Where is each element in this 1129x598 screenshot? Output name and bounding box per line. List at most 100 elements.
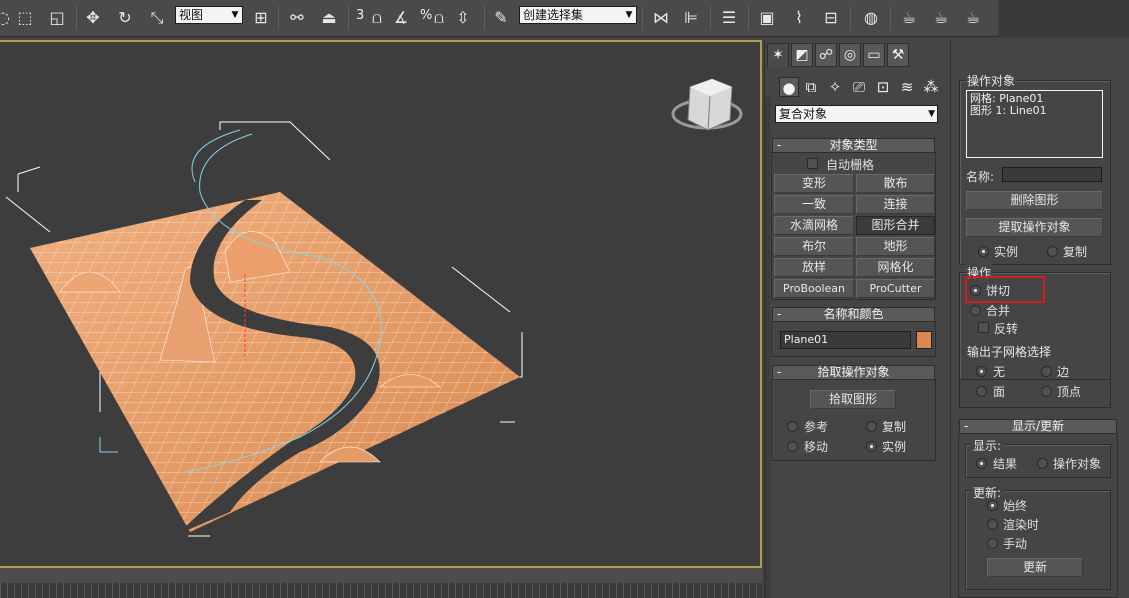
extract-copy-radio[interactable] [1047, 246, 1058, 257]
view-cube[interactable] [671, 78, 743, 131]
utilities-tab-icon[interactable]: ⚒ [887, 43, 909, 67]
operands-listbox[interactable]: 网格: Plane01 图形 1: Line01 [966, 90, 1103, 158]
pick-move-radio[interactable] [787, 441, 798, 452]
operands-group-title: 操作对象 [965, 72, 1018, 89]
submesh-face-radio[interactable] [976, 386, 987, 397]
toolbar-separator [850, 6, 851, 30]
autogrid-checkbox[interactable] [807, 158, 818, 169]
operand-name-field[interactable] [1002, 167, 1102, 182]
move-icon[interactable]: ✥ [80, 5, 106, 31]
geometry-category-icon[interactable]: ● [779, 77, 799, 97]
angle-snap-icon[interactable]: ∡ [388, 5, 414, 31]
scatter-button[interactable]: 散布 [856, 174, 935, 193]
toolbar-separator [642, 6, 643, 30]
procutter-button[interactable]: ProCutter [856, 279, 935, 298]
update-manually-radio[interactable] [987, 538, 998, 549]
systems-category-icon[interactable]: ⁂ [921, 77, 941, 97]
align-icon[interactable]: ⊫ [678, 5, 704, 31]
conform-button[interactable]: 一致 [774, 195, 854, 214]
rotate-icon[interactable]: ↻ [112, 5, 138, 31]
display-update-rollout-header[interactable]: - 显示/更新 [959, 419, 1117, 434]
create-tab-icon[interactable]: ✶ [767, 43, 789, 67]
keyboard-shortcut-icon[interactable]: ⏏ [316, 5, 342, 31]
merge-radio[interactable] [970, 305, 981, 316]
schematic-view-icon[interactable]: ⊟ [818, 5, 844, 31]
spinner-snap-icon[interactable]: ⇳ [450, 5, 476, 31]
space-warps-category-icon[interactable]: ≋ [897, 77, 917, 97]
extract-instance-radio[interactable] [978, 246, 989, 257]
name-color-rollout-header[interactable]: - 名称和颜色 [772, 307, 935, 322]
shapemerge-button[interactable]: 图形合并 [856, 216, 935, 235]
snap-magnet-icon[interactable]: ⩍ [364, 5, 390, 31]
update-always-radio[interactable] [987, 500, 998, 511]
region-select-icon[interactable]: ⬚ [12, 5, 38, 31]
collapse-icon: - [777, 307, 782, 321]
toolbar-separator [748, 6, 749, 30]
material-editor-icon[interactable]: ◍ [858, 5, 884, 31]
modify-tab-icon[interactable]: ◩ [791, 43, 813, 67]
update-rendering-radio[interactable] [987, 519, 998, 530]
submesh-edge-radio[interactable] [1041, 366, 1052, 377]
delete-shape-button[interactable]: 删除图形 [966, 191, 1103, 210]
pick-operand-rollout-header[interactable]: - 拾取操作对象 [772, 365, 935, 380]
layer-manager-icon[interactable]: ☰ [716, 5, 742, 31]
mesher-button[interactable]: 网格化 [856, 258, 935, 277]
select-link-icon[interactable]: ⚯ [284, 5, 310, 31]
extract-operand-button[interactable]: 提取操作对象 [966, 218, 1103, 237]
morph-button[interactable]: 变形 [774, 174, 854, 193]
object-type-title: 对象类型 [829, 138, 878, 152]
helpers-category-icon[interactable]: ⊡ [873, 77, 893, 97]
pick-shape-button[interactable]: 拾取图形 [810, 390, 896, 409]
named-selection-combo[interactable]: 创建选择集 ▼ [519, 6, 637, 24]
operand-item[interactable]: 图形 1: Line01 [970, 105, 1099, 117]
motion-tab-icon[interactable]: ◎ [839, 43, 861, 67]
boolean-button[interactable]: 布尔 [774, 237, 854, 256]
graphite-tools-icon[interactable]: ▣ [754, 5, 780, 31]
named-selection-value: 创建选择集 [523, 8, 584, 22]
window-crossing-icon[interactable]: ◱ [44, 5, 70, 31]
pick-reference-radio[interactable] [787, 421, 798, 432]
update-button[interactable]: 更新 [987, 558, 1083, 577]
output-submesh-title: 输出子网格选择 [965, 343, 1054, 360]
hierarchy-tab-icon[interactable]: ☍ [815, 43, 837, 67]
submesh-none-radio[interactable] [976, 366, 987, 377]
update-manually-label: 手动 [1003, 537, 1028, 551]
pick-copy-radio[interactable] [866, 421, 877, 432]
toolbar-separator [76, 6, 77, 30]
perspective-viewport[interactable] [0, 40, 762, 568]
track-bar[interactable] [0, 583, 762, 598]
display-result-radio[interactable] [976, 458, 987, 469]
toolbar-empty-area [998, 0, 1129, 37]
lights-category-icon[interactable]: ✧ [825, 77, 845, 97]
percent-snap-icon[interactable]: ⩍ [426, 5, 452, 31]
display-operands-radio[interactable] [1037, 458, 1048, 469]
object-type-rollout-header[interactable]: - 对象类型 [772, 138, 935, 153]
pivot-center-icon[interactable]: ⊞ [248, 5, 274, 31]
object-category-dropdown[interactable]: 复合对象 ▼ [775, 105, 938, 123]
terrain-button[interactable]: 地形 [856, 237, 935, 256]
loft-button[interactable]: 放样 [774, 258, 854, 277]
display-tab-icon[interactable]: ▭ [863, 43, 885, 67]
invert-checkbox[interactable] [978, 322, 989, 333]
object-name-field[interactable]: Plane01 [780, 331, 911, 349]
chevron-down-icon: ▼ [625, 10, 633, 20]
object-category-value: 复合对象 [779, 107, 828, 121]
cameras-category-icon[interactable]: ⎚ [849, 77, 869, 97]
scale-icon[interactable]: ⤡ [144, 5, 170, 31]
edit-named-selection-icon[interactable]: ✎ [488, 5, 514, 31]
render-production-icon[interactable]: ☕ [960, 5, 986, 31]
render-setup-icon[interactable]: ☕ [896, 5, 922, 31]
blobmesh-button[interactable]: 水滴网格 [774, 216, 854, 235]
curve-editor-icon[interactable]: ⌇ [786, 5, 812, 31]
submesh-vertex-radio[interactable] [1041, 386, 1052, 397]
pick-instance-radio[interactable] [866, 441, 877, 452]
shapes-category-icon[interactable]: ⧉ [801, 77, 821, 97]
name-color-title: 名称和颜色 [823, 307, 884, 321]
proboolean-button[interactable]: ProBoolean [774, 279, 854, 298]
mirror-icon[interactable]: ⋈ [648, 5, 674, 31]
reference-coordinate-combo[interactable]: 视图 ▼ [175, 6, 243, 24]
object-color-swatch[interactable] [916, 331, 932, 349]
connect-button[interactable]: 连接 [856, 195, 935, 214]
rendered-frame-icon[interactable]: ☕ [928, 5, 954, 31]
pick-copy-label: 复制 [882, 420, 907, 434]
